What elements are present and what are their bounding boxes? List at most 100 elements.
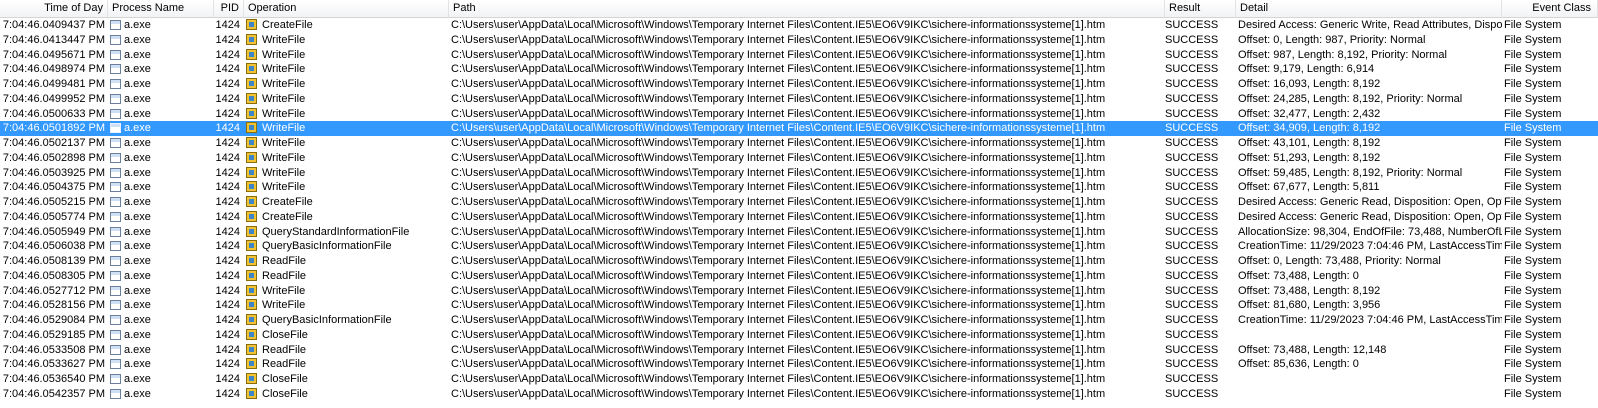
column-header-result[interactable]: Result (1165, 0, 1236, 17)
table-row[interactable]: 7:04:46.0498974 PM a.exe 1424 WriteFile C:\U… (0, 62, 1598, 77)
result-cell: SUCCESS (1165, 137, 1219, 149)
operation-cell: QueryBasicInformationFile (262, 314, 392, 326)
table-row[interactable]: 7:04:46.0505949 PM a.exe 1424 QueryStandard… (0, 225, 1598, 240)
table-row-selected[interactable]: 7:04:46.0501892 PM a.exe 1424 WriteFile C:\U… (0, 121, 1598, 136)
operation-cell: CreateFile (262, 210, 313, 223)
process-name-cell: a.exe (124, 19, 151, 31)
result-cell: SUCCESS (1165, 358, 1219, 371)
column-header-event-class[interactable]: Event Class (1502, 0, 1598, 17)
event-class-cell: File System (1504, 63, 1562, 76)
table-row[interactable]: 7:04:46.0533508 PM a.exe 1424 ReadFile C:\Us… (0, 343, 1598, 358)
table-row[interactable]: 7:04:46.0506038 PM a.exe 1424 QueryBasicInf… (0, 239, 1598, 254)
filesystem-operation-icon (246, 225, 260, 239)
process-window-icon (110, 121, 122, 135)
process-window-icon (110, 298, 122, 312)
process-name-cell: a.exe (124, 328, 151, 341)
table-row[interactable]: 7:04:46.0503925 PM a.exe 1424 WriteFile C:\U… (0, 166, 1598, 181)
process-window-icon (110, 92, 122, 106)
filesystem-operation-icon (246, 195, 260, 209)
table-row[interactable]: 7:04:46.0500633 PM a.exe 1424 WriteFile C:\U… (0, 107, 1598, 122)
detail-cell: Offset: 16,093, Length: 8,192 (1238, 78, 1381, 90)
time-cell: 7:04:46.0498974 PM (2, 63, 105, 76)
column-header-time[interactable]: Time of Day (0, 0, 108, 17)
table-row[interactable]: 7:04:46.0495671 PM a.exe 1424 WriteFile C:\U… (0, 48, 1598, 63)
event-class-cell: File System (1504, 122, 1562, 135)
table-row[interactable]: 7:04:46.0508305 PM a.exe 1424 ReadFile C:\Us… (0, 269, 1598, 284)
table-row[interactable]: 7:04:46.0409437 PM a.exe 1424 CreateFile C:\… (0, 18, 1598, 33)
process-window-icon (110, 284, 122, 298)
time-cell: 7:04:46.0506038 PM (2, 240, 105, 253)
path-cell: C:\Users\user\AppData\Local\Microsoft\Wi… (451, 387, 1106, 400)
detail-cell: Offset: 987, Length: 8,192, Priority: No… (1238, 48, 1447, 61)
filesystem-operation-icon (246, 92, 260, 106)
process-name-cell: a.exe (124, 373, 151, 385)
pid-cell: 1424 (215, 328, 240, 341)
time-cell: 7:04:46.0505949 PM (2, 225, 105, 238)
result-cell: SUCCESS (1165, 181, 1219, 194)
pid-cell: 1424 (215, 166, 240, 179)
result-cell: SUCCESS (1165, 166, 1219, 179)
table-row[interactable]: 7:04:46.0505215 PM a.exe 1424 CreateFile C:\… (0, 195, 1598, 210)
result-cell: SUCCESS (1165, 33, 1219, 46)
detail-cell (1238, 328, 1502, 342)
result-cell: SUCCESS (1165, 196, 1219, 208)
column-header-operation[interactable]: Operation (244, 0, 449, 17)
result-cell: SUCCESS (1165, 225, 1219, 238)
column-header-detail[interactable]: Detail (1236, 0, 1502, 17)
table-row[interactable]: 7:04:46.0533627 PM a.exe 1424 ReadFile C:\Us… (0, 357, 1598, 372)
filesystem-operation-icon (246, 210, 260, 224)
table-row[interactable]: 7:04:46.0499481 PM a.exe 1424 WriteFile C:\U… (0, 77, 1598, 92)
table-row[interactable]: 7:04:46.0536540 PM a.exe 1424 CloseFile C:\U… (0, 372, 1598, 387)
process-name-cell: a.exe (124, 181, 151, 194)
process-window-icon (110, 195, 122, 209)
result-cell: SUCCESS (1165, 299, 1219, 312)
filesystem-operation-icon (246, 151, 260, 165)
filesystem-operation-icon (246, 328, 260, 342)
table-row[interactable]: 7:04:46.0505774 PM a.exe 1424 CreateFile C:\… (0, 210, 1598, 225)
table-row[interactable]: 7:04:46.0528156 PM a.exe 1424 WriteFile C:\U… (0, 298, 1598, 313)
time-cell: 7:04:46.0536540 PM (2, 373, 105, 385)
process-window-icon (110, 107, 122, 121)
table-row[interactable]: 7:04:46.0413447 PM a.exe 1424 WriteFile C:\U… (0, 33, 1598, 48)
table-row[interactable]: 7:04:46.0504375 PM a.exe 1424 WriteFile C:\U… (0, 180, 1598, 195)
table-row[interactable]: 7:04:46.0542357 PM a.exe 1424 CloseFile C:\U… (0, 387, 1598, 402)
process-name-cell: a.exe (124, 166, 151, 179)
path-cell: C:\Users\user\AppData\Local\Microsoft\Wi… (451, 210, 1106, 223)
table-row[interactable]: 7:04:46.0529185 PM a.exe 1424 CloseFile C:\U… (0, 328, 1598, 343)
detail-cell (1238, 372, 1502, 386)
table-row[interactable]: 7:04:46.0502898 PM a.exe 1424 WriteFile C:\U… (0, 151, 1598, 166)
time-cell: 7:04:46.0508139 PM (2, 255, 105, 267)
event-class-cell: File System (1504, 358, 1562, 371)
table-row[interactable]: 7:04:46.0527712 PM a.exe 1424 WriteFile C:\U… (0, 284, 1598, 299)
column-header-pid[interactable]: PID (214, 0, 244, 17)
result-cell: SUCCESS (1165, 240, 1219, 253)
event-class-cell: File System (1504, 196, 1562, 208)
time-cell: 7:04:46.0533627 PM (2, 358, 105, 371)
process-name-cell: a.exe (124, 48, 151, 61)
column-header-process[interactable]: Process Name (108, 0, 214, 17)
event-list[interactable]: Time of Day Process Name PID Operation P… (0, 0, 1598, 408)
detail-cell: Offset: 81,680, Length: 3,956 (1238, 299, 1381, 312)
operation-cell: WriteFile (262, 151, 306, 164)
table-row[interactable]: 7:04:46.0529084 PM a.exe 1424 QueryBasicInf… (0, 313, 1598, 328)
pid-cell: 1424 (215, 269, 240, 282)
table-row[interactable]: 7:04:46.0508139 PM a.exe 1424 ReadFile C:\Us… (0, 254, 1598, 269)
filesystem-operation-icon (246, 254, 260, 268)
column-header-path[interactable]: Path (449, 0, 1165, 17)
detail-cell (1238, 387, 1502, 401)
path-cell: C:\Users\user\AppData\Local\Microsoft\Wi… (451, 314, 1106, 326)
operation-cell: WriteFile (262, 122, 306, 135)
detail-cell: Offset: 34,909, Length: 8,192 (1238, 122, 1381, 135)
detail-cell: Offset: 67,677, Length: 5,811 (1238, 181, 1380, 194)
path-cell: C:\Users\user\AppData\Local\Microsoft\Wi… (451, 122, 1106, 135)
result-cell: SUCCESS (1165, 387, 1219, 400)
process-window-icon (110, 33, 122, 47)
event-class-cell: File System (1504, 225, 1562, 238)
result-cell: SUCCESS (1165, 78, 1219, 90)
table-row[interactable]: 7:04:46.0499952 PM a.exe 1424 WriteFile C:\U… (0, 92, 1598, 107)
detail-cell: Offset: 32,477, Length: 2,432 (1238, 107, 1381, 120)
path-cell: C:\Users\user\AppData\Local\Microsoft\Wi… (451, 299, 1106, 312)
time-cell: 7:04:46.0504375 PM (2, 181, 105, 194)
time-cell: 7:04:46.0533508 PM (2, 343, 105, 356)
table-row[interactable]: 7:04:46.0502137 PM a.exe 1424 WriteFile C:\U… (0, 136, 1598, 151)
